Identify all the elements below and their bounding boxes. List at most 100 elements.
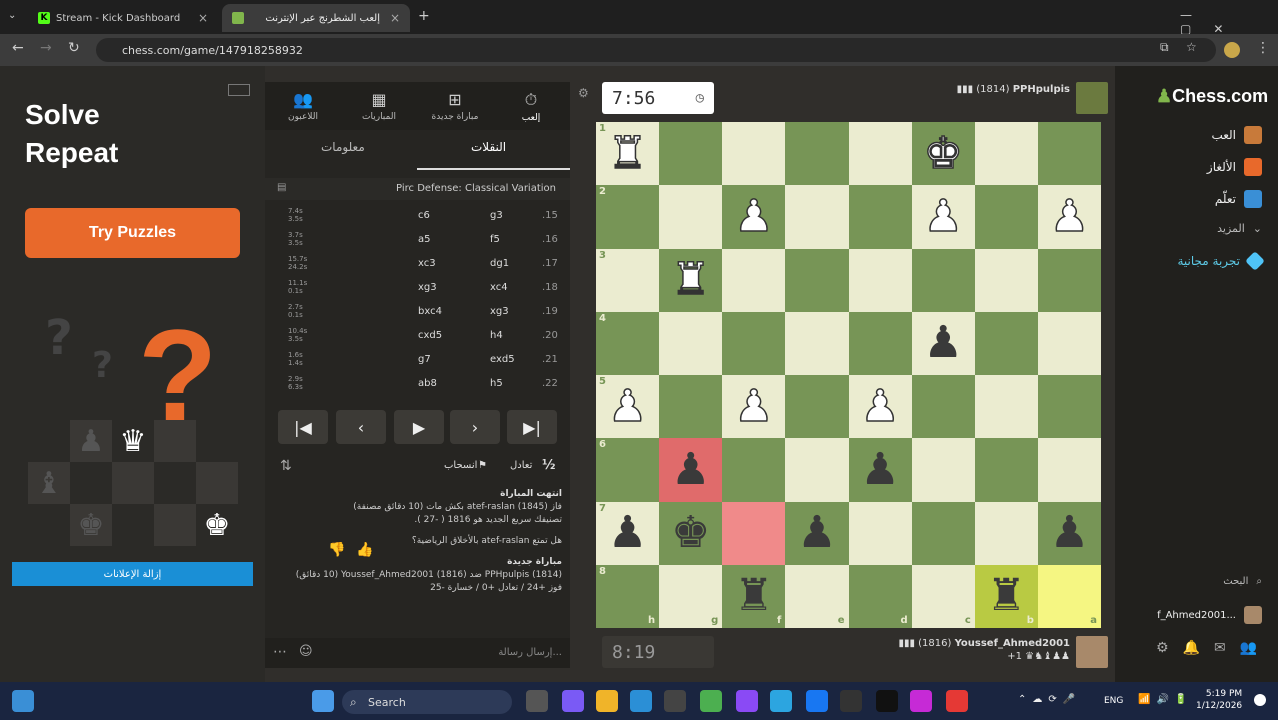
tab-kick[interactable]: K Stream - Kick Dashboard × [28,4,218,32]
board-square[interactable]: ♟ [911,311,975,375]
board-square[interactable]: ♟ [1037,185,1101,249]
board-square[interactable]: e [785,564,849,628]
player-name[interactable]: Youssef_Ahmed2001 [955,638,1070,649]
white-move[interactable]: xc4 [490,282,508,293]
chesscom-logo[interactable]: ♟Chess.com [1156,86,1268,107]
board-square[interactable] [1037,438,1101,502]
board-square[interactable] [785,438,849,502]
board-square[interactable] [659,375,723,439]
board-square[interactable] [1037,311,1101,375]
board-square[interactable]: ♜ [659,248,723,312]
board-square[interactable]: 6 [596,438,660,502]
board-square[interactable] [974,501,1038,565]
board-square[interactable]: f ♜ [722,564,786,628]
white-move[interactable]: g3 [490,210,503,221]
board-square[interactable] [659,311,723,375]
white-rook-icon[interactable]: ♜ [607,130,648,176]
black-king-icon[interactable]: ♚ [671,511,710,555]
network-volume-battery-icons[interactable]: 📶🔊🔋 [1138,694,1193,705]
board-square[interactable] [848,122,912,186]
close-icon[interactable]: × [390,11,400,25]
new-tab-button[interactable]: + [418,8,430,24]
url-input[interactable]: chess.com/game/147918258932 [96,38,1216,62]
last-move-button[interactable]: ▶| [507,410,557,444]
board-square[interactable]: ♟ [659,438,723,502]
black-rook-icon[interactable]: ♜ [987,574,1026,618]
board-square[interactable] [848,248,912,312]
tab-players[interactable]: 👥 اللاعبون [265,82,341,130]
nav-puzzles[interactable]: الألغاز [1207,158,1262,176]
board-square[interactable] [1037,248,1101,312]
board-square[interactable]: b ♜ [974,564,1038,628]
black-move[interactable]: c6 [418,210,430,221]
board-square[interactable] [911,375,975,439]
prev-move-button[interactable]: ‹ [336,410,386,444]
white-pawn-icon[interactable]: ♟ [733,383,774,429]
black-move[interactable]: bxc4 [418,306,442,317]
board-square[interactable]: ♟ [848,375,912,439]
board-square[interactable] [848,501,912,565]
board-square[interactable]: 4 [596,311,660,375]
board-square[interactable] [911,248,975,312]
app-icon[interactable] [736,690,758,712]
chat-app-icon[interactable] [562,690,584,712]
opponent-name[interactable]: PPHpulpis [1013,84,1070,95]
chrome-icon[interactable] [700,690,722,712]
chess-board[interactable]: 1 ♜ ♚ 2 ♟ ♟ ♟ 3 ♜ 4 ♟ 5 ♟ ♟ ♟ 6 ♟ ♟ 7 ♟ ♚ ♟ ♟ 8 h g f ♜ e d c b ♜ a [596,122,1101,628]
board-square[interactable] [659,122,723,186]
language-indicator[interactable]: ENG [1104,696,1123,706]
notification-icon[interactable] [1254,694,1266,706]
thumbs-down-icon[interactable]: 👎 [328,542,345,558]
board-square[interactable]: ♟ [722,375,786,439]
store-icon[interactable] [664,690,686,712]
tab-info[interactable]: معلومات [321,140,365,154]
facebook-icon[interactable] [806,690,828,712]
board-square[interactable] [785,185,849,249]
board-square[interactable] [1037,122,1101,186]
black-pawn-icon[interactable]: ♟ [608,511,647,555]
emoji-icon[interactable]: ☺ [299,644,313,659]
task-view-icon[interactable] [526,690,548,712]
board-square[interactable] [974,248,1038,312]
board-square[interactable] [722,311,786,375]
white-move[interactable]: dg1 [490,258,509,269]
black-move[interactable]: xg3 [418,282,437,293]
board-square[interactable]: ♟ [848,438,912,502]
black-pawn-icon[interactable]: ♟ [1050,511,1089,555]
white-rook-icon[interactable]: ♜ [670,257,711,303]
board-square[interactable]: 1 ♜ [596,122,660,186]
white-move[interactable]: xg3 [490,306,509,317]
board-square[interactable]: 8h [596,564,660,628]
board-square[interactable]: 2 [596,185,660,249]
white-pawn-icon[interactable]: ♟ [607,383,648,429]
back-icon[interactable]: ← [12,40,24,56]
first-move-button[interactable]: |◀ [278,410,328,444]
more-icon[interactable]: ⋯ [273,644,287,660]
opponent-avatar[interactable] [1076,82,1108,114]
widgets-icon[interactable] [12,690,34,712]
board-square[interactable]: ♚ [911,122,975,186]
tab-moves[interactable]: النقلات [471,140,506,154]
window-controls[interactable]: —▢✕ [1180,8,1278,36]
board-square[interactable] [974,185,1038,249]
board-square[interactable]: ♚ [659,501,723,565]
white-pawn-icon[interactable]: ♟ [1049,194,1090,240]
white-move[interactable]: exd5 [490,354,515,365]
board-square[interactable] [722,501,786,565]
white-move[interactable]: h4 [490,330,503,341]
white-move[interactable]: f5 [490,234,500,245]
tab-games[interactable]: ▦ المباريات [341,82,417,130]
board-square[interactable]: 7 ♟ [596,501,660,565]
board-square[interactable] [722,438,786,502]
player-avatar[interactable] [1076,636,1108,668]
board-square[interactable] [974,122,1038,186]
tray-icons[interactable]: ⌃☁⟳🎤 [1018,694,1081,705]
black-move[interactable]: xc3 [418,258,436,269]
board-square[interactable] [659,185,723,249]
settings-gear-icon[interactable]: ⚙ [578,86,589,100]
white-king-icon[interactable]: ♚ [923,130,964,176]
black-pawn-icon[interactable]: ♟ [860,447,899,492]
taskbar-clock[interactable]: 5:19 PM 1/12/2026 [1196,688,1242,712]
board-square[interactable]: ♟ [1037,501,1101,565]
forward-icon[interactable]: → [40,40,52,56]
